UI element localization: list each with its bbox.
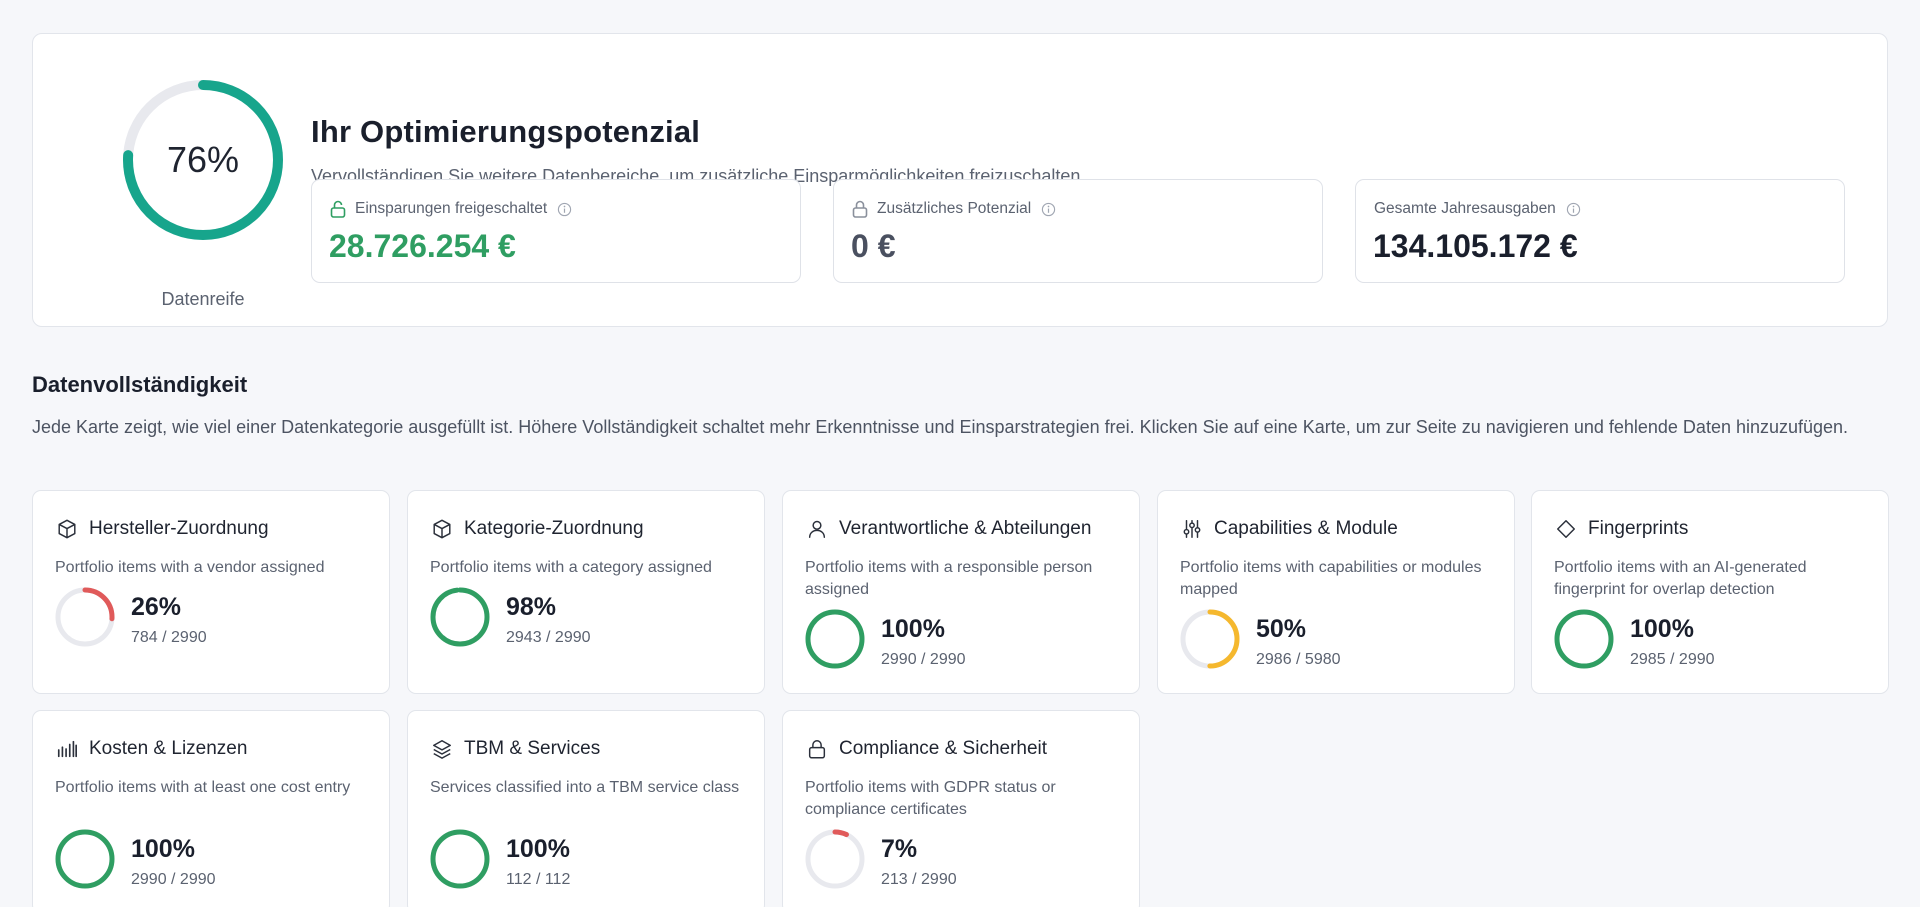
card-progress: 100% 112 / 112 [430,829,750,893]
progress-ring [430,587,490,647]
card-percentage: 26% [131,593,182,621]
card-count: 213 / 2990 [881,871,957,888]
card-percentage: 100% [1630,615,1694,643]
progress-ring-arc [430,829,490,889]
progress-ring [55,587,115,647]
metric-annual-spend: Gesamte Jahresausgaben 134.105.172 € [1355,179,1845,283]
card-description: Portfolio items with a vendor assigned [55,559,325,576]
card-count: 2990 / 2990 [881,651,966,668]
data-maturity-gauge: 76% Datenreife [88,77,318,317]
optimization-summary-card: 76% Datenreife Ihr Optimierungspotenzial… [32,33,1888,327]
section-description: Jede Karte zeigt, wie viel einer Datenka… [32,417,1849,437]
card-count: 2986 / 5980 [1256,651,1341,668]
progress-ring-arc [805,609,865,669]
card-percentage: 100% [506,835,570,863]
card-description: Portfolio items with at least one cost e… [55,779,351,796]
card-progress: 100% 2990 / 2990 [55,829,375,893]
metric-label: Gesamte Jahresausgaben [1374,200,1556,217]
card-description: Portfolio items with a category assigned [430,559,712,576]
card-percentage: 50% [1256,615,1307,643]
progress-ring [805,829,865,889]
info-icon[interactable] [557,202,572,217]
card-title: Compliance & Sicherheit [839,738,1048,759]
user-icon [805,517,829,541]
card-title: Capabilities & Module [1214,518,1398,539]
bar-chart-icon [55,737,79,761]
card-title: Verantwortliche & Abteilungen [839,518,1092,539]
maturity-percentage: 76% [166,139,240,180]
card-count: 784 / 2990 [131,629,207,646]
progress-ring [55,829,115,889]
box-icon [430,517,454,541]
card-title: Kosten & Lizenzen [89,738,248,759]
card-description: Portfolio items with capabilities or mod… [1180,559,1482,598]
progress-ring-track [805,829,865,889]
lock-icon [805,737,829,761]
box-icon [55,517,79,541]
diamond-icon [1554,517,1578,541]
sliders-icon [1180,517,1204,541]
metric-additional-potential: Zusätzliches Potenzial 0 € [833,179,1323,283]
card-progress: 50% 2986 / 5980 [1180,609,1500,673]
card-progress: 100% 2990 / 2990 [805,609,1125,673]
card-title: TBM & Services [464,738,601,759]
card-description: Portfolio items with GDPR status or comp… [805,779,1056,818]
completeness-card-capabilities[interactable]: Capabilities & Module Portfolio items wi… [1157,490,1515,694]
card-count: 2943 / 2990 [506,629,591,646]
progress-ring-arc [55,829,115,889]
summary-title: Ihr Optimierungspotenzial [311,114,701,149]
card-percentage: 100% [131,835,195,863]
card-title: Fingerprints [1588,518,1689,539]
card-percentage: 100% [881,615,945,643]
card-description: Services classified into a TBM service c… [430,779,740,796]
progress-ring [1554,609,1614,669]
card-count: 2990 / 2990 [131,871,216,888]
metric-savings-unlocked: Einsparungen freigeschaltet 28.726.254 € [311,179,801,283]
card-progress: 100% 2985 / 2990 [1554,609,1874,673]
progress-ring [430,829,490,889]
unlock-icon [330,200,346,218]
progress-ring-arc [1554,609,1614,669]
progress-ring [1180,609,1240,669]
completeness-card-tbm[interactable]: TBM & Services Services classified into … [407,710,765,907]
info-icon[interactable] [1566,202,1581,217]
info-icon[interactable] [1041,202,1056,217]
card-progress: 98% 2943 / 2990 [430,587,750,651]
maturity-caption: Datenreife [161,289,245,309]
completeness-card-compliance[interactable]: Compliance & Sicherheit Portfolio items … [782,710,1140,907]
card-title: Kategorie-Zuordnung [464,518,644,539]
completeness-card-fingerprints[interactable]: Fingerprints Portfolio items with an AI-… [1531,490,1889,694]
card-count: 2985 / 2990 [1630,651,1715,668]
completeness-card-vendor[interactable]: Hersteller-Zuordnung Portfolio items wit… [32,490,390,694]
card-description: Portfolio items with a responsible perso… [805,559,1093,598]
card-title: Hersteller-Zuordnung [89,518,269,539]
card-count: 112 / 112 [506,871,571,888]
progress-ring [805,609,865,669]
card-description: Portfolio items with an AI-generated fin… [1554,559,1807,598]
layers-icon [430,737,454,761]
card-progress: 7% 213 / 2990 [805,829,1125,893]
card-percentage: 7% [881,835,918,863]
card-progress: 26% 784 / 2990 [55,587,375,651]
metric-label: Einsparungen freigeschaltet [355,200,548,217]
lock-icon [852,200,868,218]
card-percentage: 98% [506,593,557,621]
progress-ring-arc [430,587,490,647]
completeness-card-category[interactable]: Kategorie-Zuordnung Portfolio items with… [407,490,765,694]
section-title: Datenvollständigkeit [32,372,248,397]
metric-value: 28.726.254 € [329,228,516,264]
metric-value: 0 € [851,228,896,264]
completeness-card-costs[interactable]: Kosten & Lizenzen Portfolio items with a… [32,710,390,907]
metric-label: Zusätzliches Potenzial [877,200,1032,217]
metric-value: 134.105.172 € [1373,228,1578,264]
completeness-card-owners[interactable]: Verantwortliche & Abteilungen Portfolio … [782,490,1140,694]
